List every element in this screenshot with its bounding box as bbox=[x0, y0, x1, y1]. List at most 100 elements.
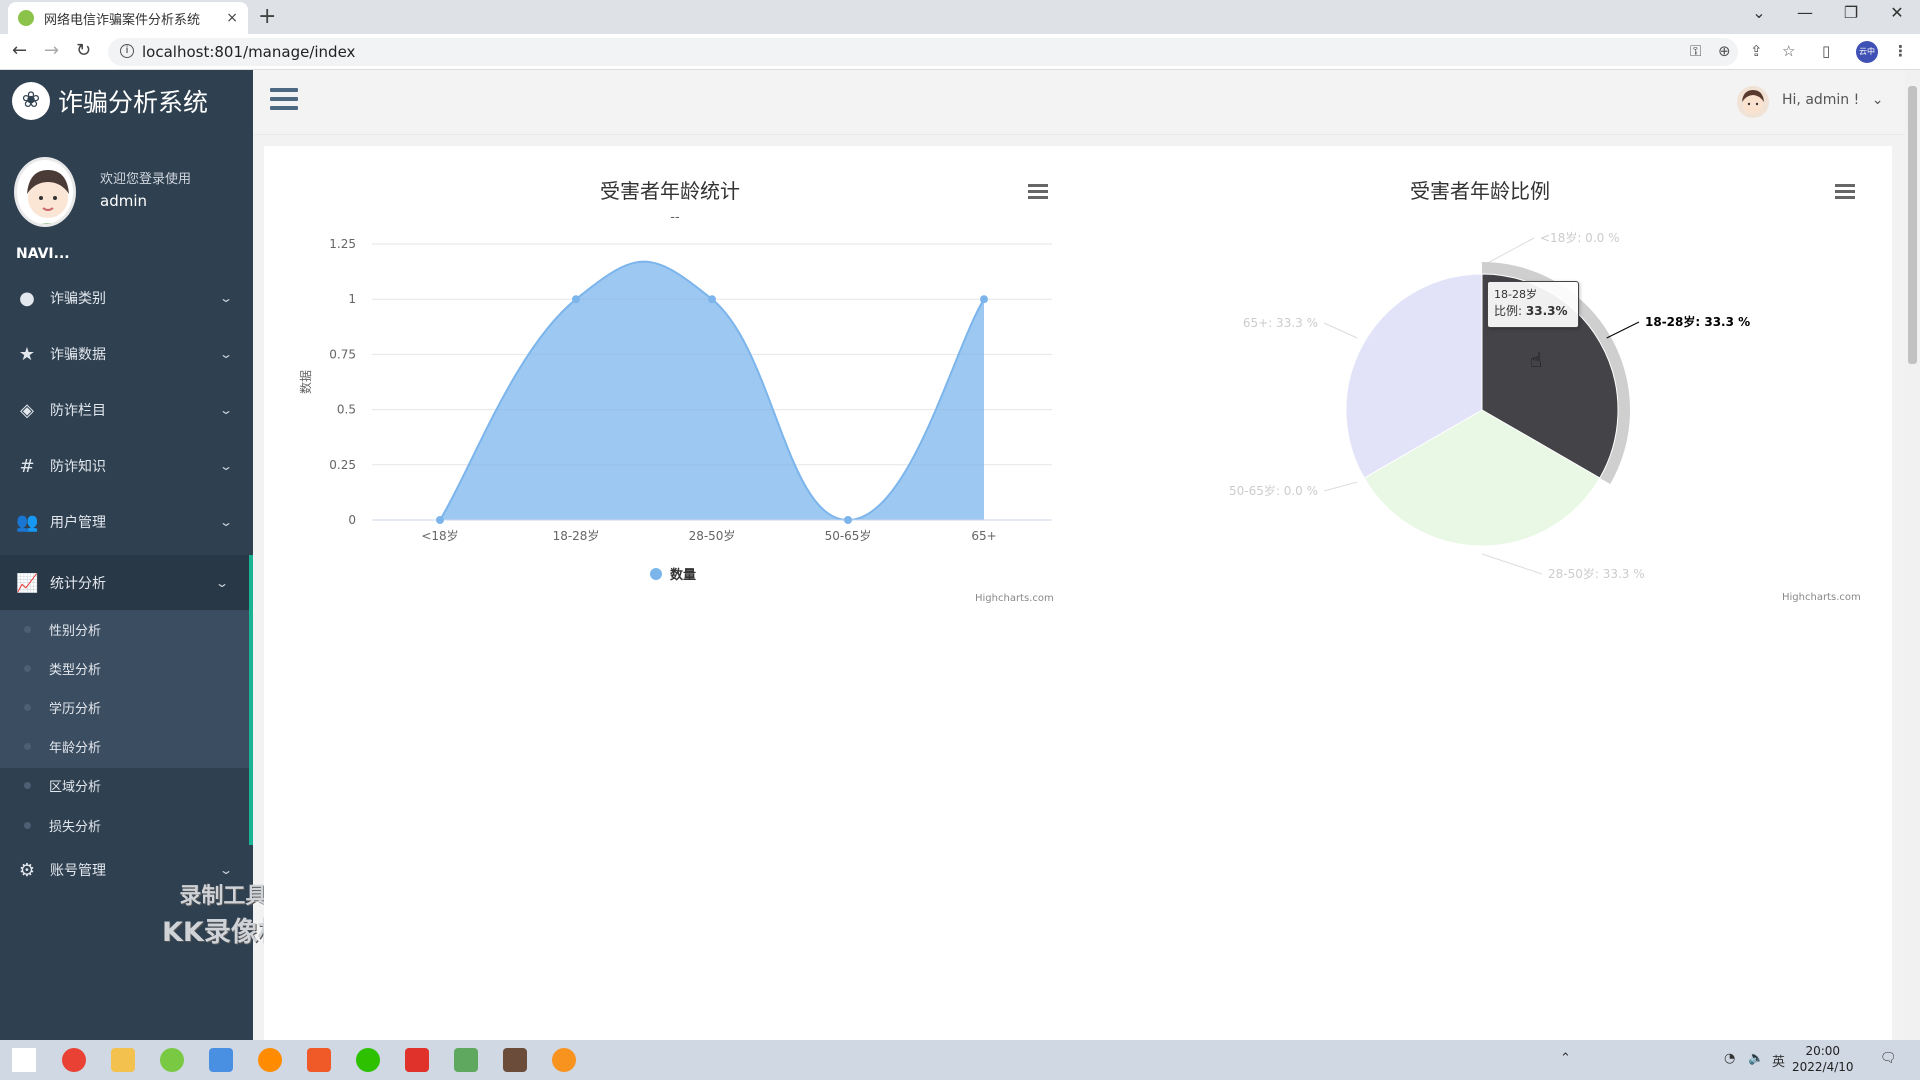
media-app-icon[interactable] bbox=[307, 1048, 331, 1072]
bullet-icon bbox=[24, 625, 31, 633]
users-icon: 👥 bbox=[16, 511, 39, 533]
chart-credit[interactable]: Highcharts.com bbox=[1782, 592, 1861, 603]
x-tick-label: 28-50岁 bbox=[689, 528, 736, 543]
pie-tooltip: 18-28岁 比例: 33.3% bbox=[1487, 281, 1579, 328]
recorder-app-icon[interactable] bbox=[552, 1048, 576, 1072]
chart-credit[interactable]: Highcharts.com bbox=[975, 593, 1054, 604]
slice-label: 50-65岁: 0.0 % bbox=[1229, 483, 1318, 498]
legend-item[interactable]: 数量 bbox=[650, 564, 696, 583]
wechat-icon[interactable] bbox=[356, 1048, 380, 1072]
volume-icon[interactable]: 🔈 bbox=[1748, 1051, 1764, 1066]
menu-anti-fraud-knowledge[interactable]: # 防诈知识 ⌄ bbox=[0, 438, 253, 494]
info-icon[interactable]: i bbox=[120, 44, 134, 58]
gear-icon: ⚙ bbox=[18, 859, 36, 881]
x-tick-label: 65+ bbox=[971, 529, 996, 543]
chevron-down-icon: ⌄ bbox=[218, 291, 234, 305]
submenu-region-analysis[interactable]: 区域分析 bbox=[0, 766, 249, 804]
submenu-education-analysis[interactable]: 学历分析 bbox=[0, 688, 249, 726]
file-explorer-icon[interactable] bbox=[111, 1048, 135, 1072]
x-tick-label: 50-65岁 bbox=[825, 528, 872, 543]
submenu-label: 类型分析 bbox=[49, 662, 102, 678]
back-icon[interactable]: ← bbox=[12, 40, 27, 61]
submenu-age-analysis[interactable]: 年龄分析 bbox=[0, 727, 249, 765]
tray-expand-icon[interactable]: ⌃ bbox=[1560, 1051, 1571, 1066]
menu-label: 账号管理 bbox=[50, 863, 106, 879]
wps-icon[interactable] bbox=[405, 1048, 429, 1072]
chart-menu-icon[interactable] bbox=[1835, 184, 1855, 200]
windows-start-icon[interactable] bbox=[12, 1048, 36, 1072]
sidebar-avatar bbox=[14, 157, 76, 227]
hamburger-menu-icon[interactable] bbox=[270, 88, 298, 112]
bullet-icon bbox=[24, 664, 31, 672]
tooltip-value: 33.3% bbox=[1525, 304, 1568, 318]
data-point bbox=[436, 516, 444, 524]
y-tick-label: 0.5 bbox=[337, 403, 356, 417]
minimize-icon[interactable]: — bbox=[1782, 3, 1828, 22]
slice-label: 65+: 33.3 % bbox=[1243, 316, 1318, 330]
url-field[interactable]: i localhost:801/manage/index bbox=[108, 38, 1738, 66]
data-point bbox=[572, 295, 580, 304]
brand[interactable]: ❀ 诈骗分析系统 bbox=[12, 82, 208, 120]
restore-icon[interactable]: ❐ bbox=[1828, 3, 1874, 22]
search-app-icon[interactable] bbox=[258, 1048, 282, 1072]
menu-fraud-category[interactable]: ● 诈骗类别 ⌄ bbox=[0, 270, 253, 326]
clock[interactable]: 20:00 2022/4/10 bbox=[1792, 1043, 1854, 1075]
menu-anti-fraud-column[interactable]: ◈ 防诈栏目 ⌄ bbox=[0, 382, 253, 438]
tab-search-icon[interactable]: ⌄ bbox=[1736, 3, 1782, 22]
reload-icon[interactable]: ↻ bbox=[76, 40, 91, 61]
app-icon[interactable] bbox=[209, 1048, 233, 1072]
welcome-text: 欢迎您登录使用 bbox=[100, 172, 192, 187]
x-tick-label: 18-28岁 bbox=[553, 528, 600, 543]
profile-avatar[interactable]: 云中 bbox=[1856, 41, 1878, 63]
cursor-hand-icon: ☝ bbox=[1530, 348, 1543, 372]
zoom-icon[interactable]: ⊕ bbox=[1718, 42, 1731, 60]
close-tab-icon[interactable]: × bbox=[226, 10, 238, 26]
game-app-icon[interactable] bbox=[503, 1048, 527, 1072]
notification-icon[interactable]: 🗨 bbox=[1880, 1051, 1897, 1066]
network-icon[interactable]: ◔ bbox=[1724, 1051, 1735, 1066]
menu-user-management[interactable]: 👥 用户管理 ⌄ bbox=[0, 494, 253, 550]
menu-fraud-data[interactable]: ★ 诈骗数据 ⌄ bbox=[0, 326, 253, 382]
notepad-icon[interactable] bbox=[454, 1048, 478, 1072]
bullet-icon bbox=[24, 781, 31, 789]
submenu-type-analysis[interactable]: 类型分析 bbox=[0, 649, 249, 687]
chevron-down-icon: ⌄ bbox=[218, 403, 234, 417]
pie-chart-title: 受害者年龄比例 bbox=[1410, 179, 1550, 203]
submenu-label: 区域分析 bbox=[49, 779, 102, 795]
chart-menu-icon[interactable] bbox=[1028, 184, 1048, 200]
browser-menu-icon[interactable]: ⋮ bbox=[1893, 42, 1908, 60]
sidebar-username: admin bbox=[100, 192, 147, 210]
clock-time: 20:00 bbox=[1805, 1044, 1841, 1058]
side-panel-icon[interactable]: ▯ bbox=[1822, 42, 1830, 60]
submenu-loss-analysis[interactable]: 损失分析 bbox=[0, 806, 249, 844]
menu-label: 诈骗类别 bbox=[50, 291, 106, 307]
label-connector bbox=[1481, 553, 1543, 575]
legend-label: 数量 bbox=[670, 568, 697, 583]
data-point bbox=[980, 295, 988, 304]
scrollbar-thumb[interactable] bbox=[1908, 86, 1917, 364]
area-chart-title: 受害者年龄统计 bbox=[600, 179, 740, 203]
user-greeting[interactable]: Hi, admin ! ⌄ bbox=[1782, 92, 1883, 108]
slice-label: 18-28岁: 33.3 % bbox=[1645, 314, 1750, 329]
y-axis-title: 数据 bbox=[298, 370, 313, 394]
legend-marker-icon bbox=[650, 567, 662, 580]
chrome-icon[interactable] bbox=[62, 1048, 86, 1072]
clock-date: 2022/4/10 bbox=[1792, 1060, 1854, 1074]
new-tab-button[interactable]: + bbox=[258, 4, 276, 29]
label-connector bbox=[1481, 237, 1535, 267]
close-window-icon[interactable]: ✕ bbox=[1874, 3, 1920, 22]
menu-statistics[interactable]: 📈 统计分析 ⌄ bbox=[0, 555, 253, 611]
tooltip-body: 比例: 33.3% bbox=[1494, 302, 1572, 319]
key-icon[interactable]: ⚿ bbox=[1690, 42, 1701, 60]
ime-indicator[interactable]: 英 bbox=[1772, 1051, 1785, 1070]
share-icon[interactable]: ⇪ bbox=[1750, 42, 1763, 60]
tab-title: 网络电信诈骗案件分析系统 bbox=[44, 12, 201, 28]
browser-tab[interactable]: 网络电信诈骗案件分析系统 × bbox=[8, 2, 248, 34]
submenu-gender-analysis[interactable]: 性别分析 bbox=[0, 610, 249, 648]
user-avatar[interactable] bbox=[1737, 86, 1769, 118]
bullet-icon bbox=[24, 703, 31, 711]
forward-icon[interactable]: → bbox=[44, 40, 59, 61]
bookmark-star-icon[interactable]: ☆ bbox=[1782, 42, 1795, 60]
leaf-app-icon[interactable] bbox=[160, 1048, 184, 1072]
paw-icon: ❀ bbox=[12, 82, 50, 120]
